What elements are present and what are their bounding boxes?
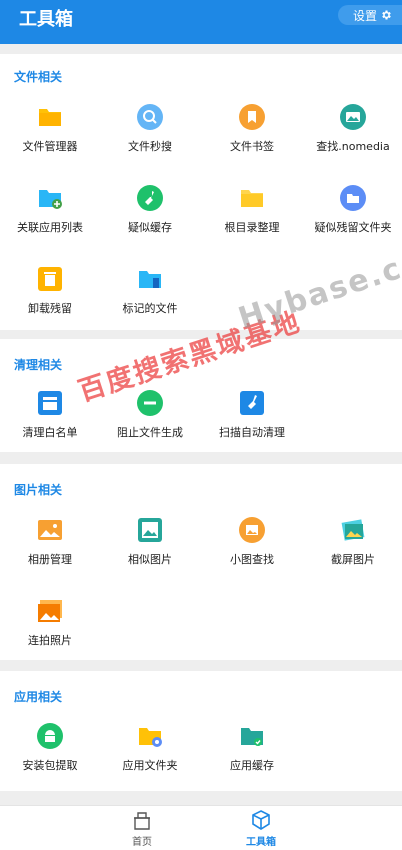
burst-photos-item[interactable]: 连拍照片 (0, 598, 100, 666)
apk-extract-item[interactable]: 安装包提取 (0, 723, 100, 791)
burst-photo-icon (38, 600, 62, 622)
nav-home-label: 首页 (132, 837, 152, 848)
item-label: 扫描自动清理 (219, 426, 285, 439)
folder-gear-icon (139, 728, 162, 747)
section-title-clean: 清理相关 (14, 358, 63, 372)
nav-toolbox-label: 工具箱 (246, 837, 276, 848)
nav-toolbox[interactable]: 工具箱 (231, 810, 291, 850)
page-title: 工具箱 (19, 9, 73, 30)
folder-check-icon (241, 728, 263, 746)
file-search-item[interactable]: 文件秒搜 (100, 104, 200, 172)
marked-folder-icon (139, 271, 161, 288)
suspected-cache-item[interactable]: 疑似缓存 (100, 185, 200, 253)
photo-icon (138, 518, 162, 542)
bookmark-icon (239, 104, 265, 130)
files-section: 文件相关 文件管理器 文件秒搜 文件书签 查找.nomedia 关联应用列表 疑… (0, 54, 402, 330)
app-cache-item[interactable]: 应用缓存 (202, 723, 302, 791)
android-icon (37, 723, 63, 749)
search-icon (137, 104, 163, 130)
album-manage-item[interactable]: 相册管理 (0, 517, 100, 585)
settings-button[interactable]: 设置 (338, 5, 402, 25)
linked-apps-item[interactable]: 关联应用列表 (0, 185, 100, 253)
image-icon (239, 517, 265, 543)
settings-label: 设置 (353, 8, 378, 23)
apps-section: 应用相关 安装包提取 应用文件夹 应用缓存 (0, 671, 402, 791)
item-label: 应用缓存 (230, 759, 274, 772)
clean-whitelist-item[interactable]: 清理白名单 (0, 390, 100, 458)
residual-folder-item[interactable]: 疑似残留文件夹 (303, 185, 402, 253)
image-icon (340, 104, 366, 130)
screenshots-item[interactable]: 截屏图片 (303, 517, 402, 585)
home-icon (134, 812, 150, 830)
gear-icon (382, 10, 391, 20)
block-file-item[interactable]: 阻止文件生成 (100, 390, 200, 458)
root-organize-item[interactable]: 根目录整理 (202, 185, 302, 253)
folder-add-icon (39, 190, 62, 209)
section-title-images: 图片相关 (14, 483, 63, 497)
file-bookmark-item[interactable]: 文件书签 (202, 104, 302, 172)
item-label: 疑似残留文件夹 (314, 221, 392, 234)
app-header: 工具箱 设置 (0, 0, 402, 44)
sweep-icon (240, 391, 264, 415)
item-label: 查找.nomedia (316, 140, 390, 153)
clean-section: 清理相关 清理白名单 阻止文件生成 扫描自动清理 (0, 339, 402, 452)
block-icon (137, 390, 163, 416)
small-image-find-item[interactable]: 小图查找 (202, 517, 302, 585)
trash-icon (38, 267, 62, 291)
auto-clean-item[interactable]: 扫描自动清理 (202, 390, 302, 458)
app-folder-item[interactable]: 应用文件夹 (100, 723, 200, 791)
similar-images-item[interactable]: 相似图片 (100, 517, 200, 585)
folder-icon (241, 190, 263, 207)
marked-files-item[interactable]: 标记的文件 (100, 266, 200, 334)
nav-home[interactable]: 首页 (112, 810, 172, 850)
item-label: 连拍照片 (28, 634, 72, 647)
file-manager-item[interactable]: 文件管理器 (0, 104, 100, 172)
broom-icon (137, 185, 163, 211)
images-section: 图片相关 相册管理 相似图片 小图查找 截屏图片 连拍照片 (0, 464, 402, 660)
section-title-apps: 应用相关 (14, 690, 63, 704)
folder-icon (340, 185, 366, 211)
item-label: 标记的文件 (122, 302, 178, 315)
cube-icon (252, 810, 270, 830)
find-nomedia-item[interactable]: 查找.nomedia (303, 104, 402, 172)
screenshot-icon (341, 519, 365, 541)
section-title-files: 文件相关 (14, 70, 63, 84)
photo-icon (38, 520, 62, 540)
folder-icon (39, 109, 61, 126)
uninstall-residue-item[interactable]: 卸载残留 (0, 266, 100, 334)
whitelist-icon (38, 391, 62, 415)
item-label: 截屏图片 (331, 553, 375, 566)
bottom-nav: 首页 工具箱 (0, 805, 402, 850)
